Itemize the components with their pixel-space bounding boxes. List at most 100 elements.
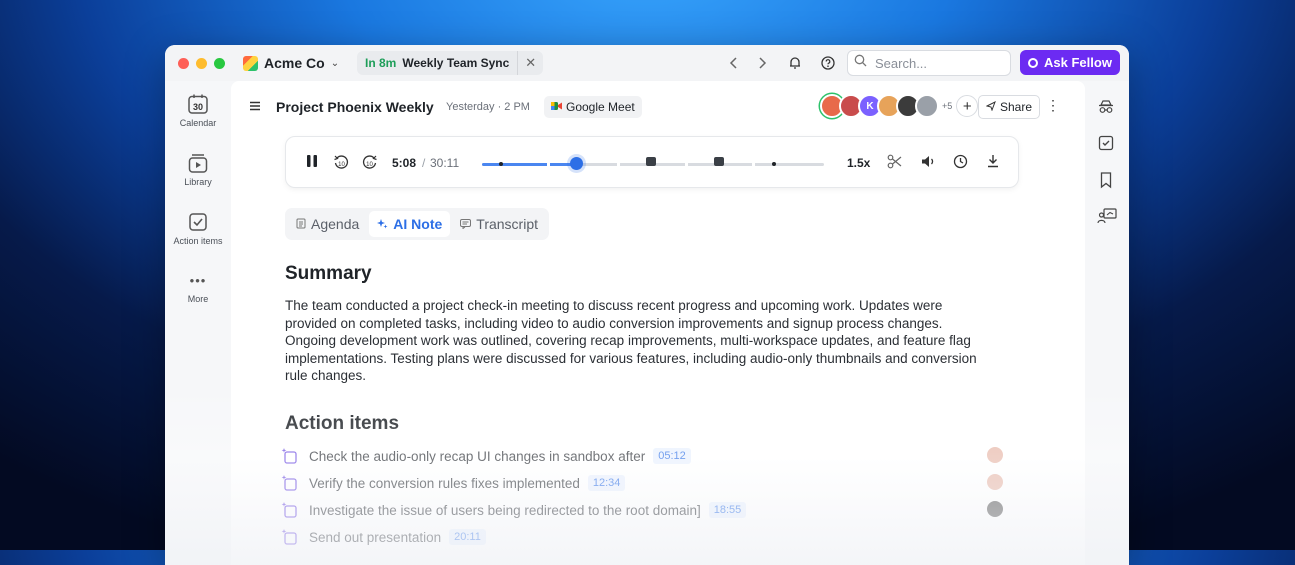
ai-task-icon — [281, 528, 299, 546]
workspace-name: Acme Co — [264, 55, 325, 71]
svg-text:30: 30 — [193, 102, 203, 112]
ai-task-icon — [281, 447, 299, 465]
tab-transcript-label: Transcript — [476, 216, 538, 232]
nav-item-library[interactable]: Library — [165, 152, 231, 187]
agenda-icon — [296, 216, 306, 232]
segment-divider — [752, 162, 755, 167]
right-rail — [1085, 81, 1129, 565]
nav-item-calendar[interactable]: 30 Calendar — [165, 93, 231, 128]
avatar[interactable] — [915, 94, 939, 118]
action-item-timestamp[interactable]: 18:55 — [708, 502, 747, 518]
meeting-note-panel: Project Phoenix Weekly Yesterday · 2 PM … — [231, 81, 1085, 565]
sparkle-icon — [377, 216, 388, 232]
more-options-icon[interactable]: ⋮ — [1046, 97, 1060, 114]
tab-ai-note[interactable]: AI Note — [369, 211, 451, 237]
hamburger-menu-icon[interactable] — [249, 99, 261, 117]
rewind-10-icon[interactable]: 10 — [333, 154, 349, 175]
recording-player: 10 10 5:08 / 30:11 1.5x — [285, 136, 1019, 188]
progress-fill — [482, 163, 577, 166]
tab-starts-in: In 8m — [365, 56, 397, 70]
ai-task-icon — [281, 501, 299, 519]
nav-label-more: More — [187, 294, 209, 304]
action-item-text: Check the audio-only recap UI changes in… — [309, 448, 646, 464]
total-time: 30:11 — [430, 156, 460, 170]
tab-transcript[interactable]: Transcript — [452, 211, 546, 237]
tab-agenda[interactable]: Agenda — [288, 211, 367, 237]
marker-dot[interactable] — [499, 162, 503, 166]
calendar-icon: 30 — [188, 94, 208, 114]
time-separator: / — [422, 156, 426, 170]
chevron-down-icon: ⌄ — [330, 57, 340, 69]
action-item-timestamp[interactable]: 05:12 — [653, 448, 691, 464]
action-item-text: Send out presentation — [309, 529, 442, 545]
meeting-title: Project Phoenix Weekly — [276, 99, 434, 115]
library-icon — [188, 154, 208, 173]
volume-icon[interactable] — [921, 154, 936, 174]
action-item[interactable]: Verify the conversion rules fixes implem… — [281, 473, 1003, 493]
svg-text:10: 10 — [338, 162, 345, 168]
google-meet-icon — [551, 100, 562, 114]
back-arrow-icon[interactable] — [724, 53, 744, 73]
nav-label-library: Library — [184, 177, 212, 187]
title-bar: Acme Co ⌄ In 8m Weekly Team Sync ✕ Searc… — [165, 45, 1129, 81]
workspace-switcher[interactable]: Acme Co ⌄ — [243, 54, 339, 72]
minimize-window-button[interactable] — [196, 58, 207, 69]
meeting-time: Yesterday · 2 PM — [446, 101, 530, 113]
scissors-icon[interactable] — [887, 154, 902, 174]
segment-divider — [685, 162, 688, 167]
action-item-text: Investigate the issue of users being red… — [309, 502, 701, 518]
add-attendee-button[interactable]: + — [956, 95, 979, 117]
fellow-logo-icon — [1028, 57, 1039, 68]
nav-item-action-items[interactable]: Action items — [165, 211, 231, 246]
more-attendees-count[interactable]: +5 — [942, 101, 952, 111]
current-time: 5:08 — [392, 156, 417, 170]
download-icon[interactable] — [986, 154, 1000, 173]
ask-fellow-button[interactable]: Ask Fellow — [1020, 50, 1120, 75]
bell-icon[interactable] — [785, 53, 805, 73]
search-box[interactable] — [847, 50, 1011, 76]
action-item-timestamp[interactable]: 20:11 — [449, 529, 486, 545]
app-window: Acme Co ⌄ In 8m Weekly Team Sync ✕ Searc… — [165, 45, 1129, 565]
share-button[interactable]: Share — [978, 95, 1041, 119]
marker-dot[interactable] — [772, 162, 776, 166]
playback-speed[interactable]: 1.5x — [847, 156, 870, 170]
help-icon[interactable] — [818, 53, 838, 73]
meeting-app-link[interactable]: Google Meet — [544, 96, 642, 118]
search-input[interactable] — [873, 54, 997, 72]
comment-marker-icon[interactable] — [714, 157, 724, 166]
forward-10-icon[interactable]: 10 — [362, 154, 378, 175]
tab-ai-note-label: AI Note — [393, 216, 443, 232]
upcoming-meeting-tab[interactable]: In 8m Weekly Team Sync ✕ — [357, 51, 544, 75]
transcript-icon — [460, 216, 472, 232]
action-items-heading: Action items — [285, 413, 400, 434]
action-item-timestamp[interactable]: 12:34 — [587, 475, 626, 491]
action-item[interactable]: Send out presentation 20:11 — [281, 527, 1001, 547]
action-item-text: Verify the conversion rules fixes implem… — [309, 475, 580, 491]
incognito-icon[interactable] — [1097, 98, 1117, 118]
tab-close-icon[interactable]: ✕ — [517, 51, 543, 75]
nav-item-more[interactable]: ••• More — [165, 273, 231, 304]
bookmark-icon[interactable] — [1097, 171, 1117, 191]
svg-text:10: 10 — [366, 162, 373, 168]
assignee-avatar[interactable] — [987, 447, 1003, 463]
forward-arrow-icon[interactable] — [752, 53, 772, 73]
close-window-button[interactable] — [178, 58, 189, 69]
attendees: K +5 + — [820, 94, 979, 118]
pause-icon[interactable] — [306, 154, 318, 173]
nav-label-action-items: Action items — [173, 236, 223, 246]
assignee-avatar[interactable] — [987, 474, 1003, 490]
comment-marker-icon[interactable] — [646, 157, 656, 166]
checkbox-icon[interactable] — [1097, 134, 1117, 154]
segment-divider — [617, 162, 620, 167]
send-icon — [985, 100, 996, 114]
action-item[interactable]: Check the audio-only recap UI changes in… — [281, 446, 1003, 466]
maximize-window-button[interactable] — [214, 58, 225, 69]
progress-handle[interactable] — [570, 157, 584, 170]
presentation-icon[interactable] — [1097, 207, 1117, 227]
clock-icon[interactable] — [953, 154, 968, 174]
progress-track[interactable] — [482, 157, 824, 170]
action-item[interactable]: Investigate the issue of users being red… — [281, 500, 1003, 520]
segment-divider — [547, 162, 550, 167]
assignee-avatar[interactable] — [987, 501, 1003, 517]
meeting-app-label: Google Meet — [566, 100, 635, 114]
